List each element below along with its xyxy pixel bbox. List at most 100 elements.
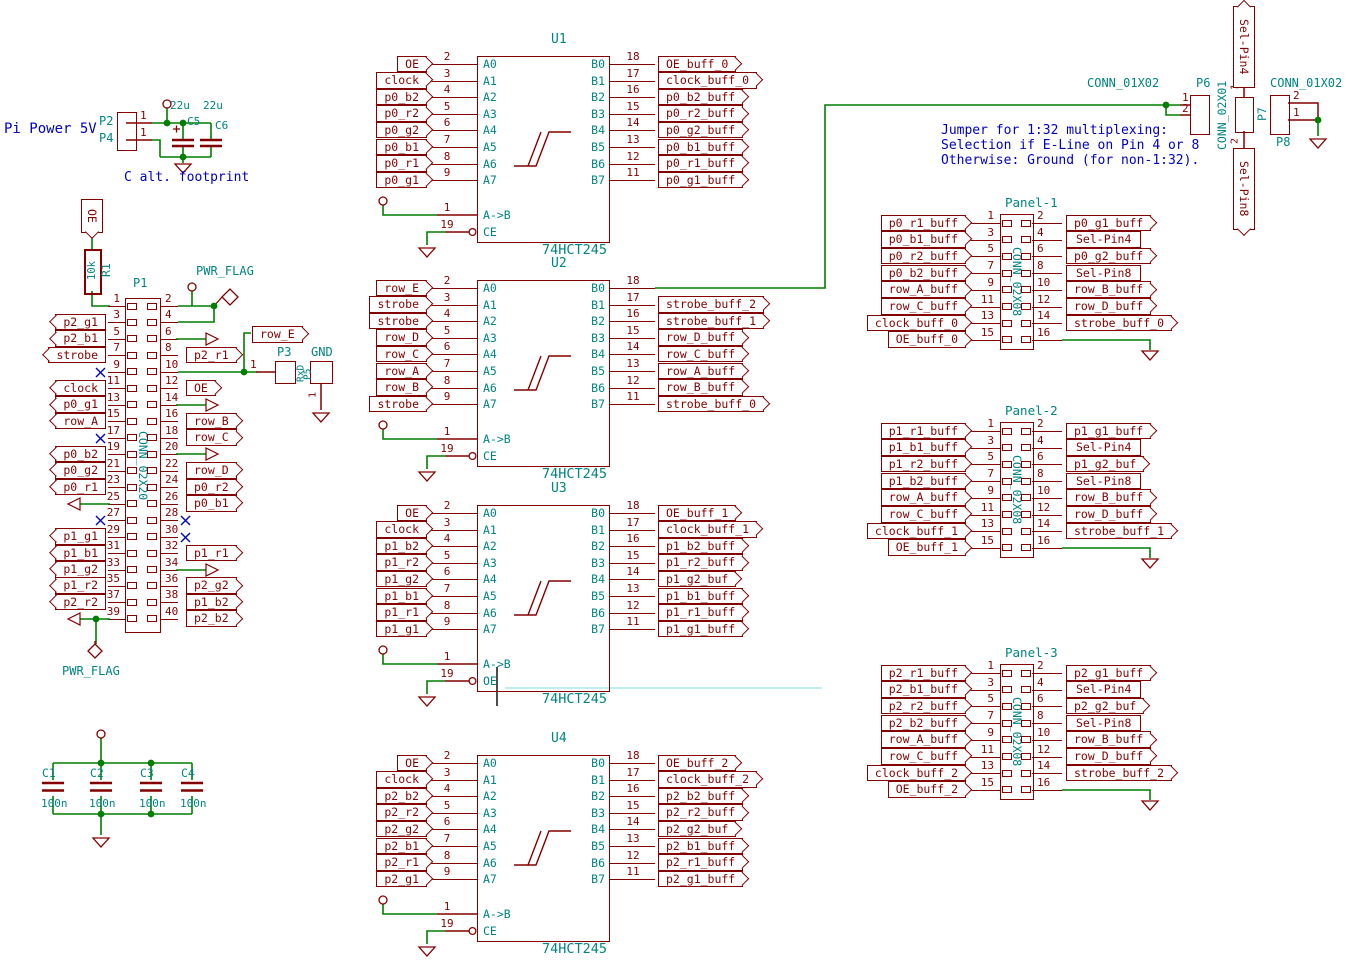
net-label[interactable]: Sel-Pin8 <box>1066 265 1141 282</box>
net-label[interactable]: p2_b2 <box>376 788 427 805</box>
p3-connector-body[interactable] <box>275 361 296 384</box>
net-label[interactable]: p0_r1 <box>376 155 427 172</box>
net-label[interactable]: row_B_buff <box>658 379 743 396</box>
net-label[interactable]: row_B <box>186 413 237 430</box>
net-label[interactable]: p1_g1 <box>55 528 106 545</box>
net-label[interactable]: p0_r2_buff <box>881 248 966 265</box>
net-label[interactable]: strobe_buff_1 <box>658 313 764 330</box>
net-label[interactable]: row_C_buff <box>881 748 966 765</box>
net-label[interactable]: strobe_buff_1 <box>1066 523 1172 540</box>
net-label[interactable]: row_B_buff <box>1066 281 1151 298</box>
net-label[interactable]: row_B_buff <box>1066 489 1151 506</box>
net-label[interactable]: p1_g2 <box>55 561 106 578</box>
net-label[interactable]: p2_g1_buff <box>658 871 743 888</box>
net-label[interactable]: row_A_buff <box>658 363 743 380</box>
net-label[interactable]: p0_r1_buff <box>881 215 966 232</box>
net-label[interactable]: clock <box>55 380 106 397</box>
net-label[interactable]: p1_g2_buf <box>1066 456 1144 473</box>
row-e-global-label[interactable]: row_E <box>252 326 303 343</box>
net-label[interactable]: row_D_buff <box>1066 748 1151 765</box>
net-label[interactable]: p2_b1_buff <box>658 838 743 855</box>
net-label[interactable]: p0_g1_buff <box>658 172 743 189</box>
net-label[interactable]: p1_b2_buff <box>658 538 743 555</box>
net-label[interactable]: p1_r2_buff <box>881 456 966 473</box>
sel-pin8-global-label[interactable]: Sel-Pin8 <box>1233 148 1255 230</box>
p6-body[interactable] <box>1190 95 1210 135</box>
net-label[interactable]: row_A <box>55 413 106 430</box>
net-label[interactable]: row_D_buff <box>1066 506 1151 523</box>
net-label[interactable]: p0_r1_buff <box>658 155 743 172</box>
net-label[interactable]: OE_buff_1 <box>888 539 966 556</box>
net-label[interactable]: OE <box>397 755 427 772</box>
net-label[interactable]: p0_g1 <box>55 396 106 413</box>
net-label[interactable]: p2_g2_buf <box>1066 698 1144 715</box>
net-label[interactable]: p1_r2 <box>376 554 427 571</box>
oe-global-label[interactable]: OE <box>81 199 103 233</box>
net-label[interactable]: strobe_buff_0 <box>658 396 764 413</box>
net-label[interactable]: strobe_buff_2 <box>658 296 764 313</box>
net-label[interactable]: p2_b1 <box>376 838 427 855</box>
net-label[interactable]: strobe <box>48 347 106 364</box>
net-label[interactable]: p0_b1 <box>376 139 427 156</box>
net-label[interactable]: strobe <box>369 396 427 413</box>
net-label[interactable]: clock_buff_0 <box>658 72 757 89</box>
p2-p4-connector-body[interactable] <box>117 112 137 151</box>
net-label[interactable]: OE <box>186 380 216 397</box>
net-label[interactable]: OE_buff_2 <box>658 755 736 772</box>
net-label[interactable]: p0_g2_buff <box>658 122 743 139</box>
net-label[interactable]: p1_b1 <box>55 545 106 562</box>
net-label[interactable]: p2_g1 <box>55 314 106 331</box>
net-label[interactable]: clock <box>376 771 427 788</box>
net-label[interactable]: p0_r2_buff <box>658 105 743 122</box>
panel-body[interactable]: CONN_02X08 <box>1000 664 1034 800</box>
net-label[interactable]: p1_b2_buff <box>881 473 966 490</box>
net-label[interactable]: p0_r2 <box>186 479 237 496</box>
net-label[interactable]: p0_g2 <box>55 462 106 479</box>
net-label[interactable]: row_C_buff <box>658 346 743 363</box>
net-label[interactable]: p1_r1_buff <box>881 423 966 440</box>
net-label[interactable]: p2_r1 <box>376 854 427 871</box>
net-label[interactable]: p0_b1_buff <box>658 139 743 156</box>
net-label[interactable]: row_B_buff <box>1066 731 1151 748</box>
net-label[interactable]: row_A_buff <box>881 281 966 298</box>
net-label[interactable]: row_D <box>186 462 237 479</box>
net-label[interactable]: p0_g1 <box>376 172 427 189</box>
net-label[interactable]: row_A <box>376 363 427 380</box>
net-label[interactable]: p0_r2 <box>376 105 427 122</box>
net-label[interactable]: OE_buff_1 <box>658 505 736 522</box>
net-label[interactable]: row_A_buff <box>881 731 966 748</box>
net-label[interactable]: row_B <box>376 379 427 396</box>
net-label[interactable]: clock_buff_1 <box>658 521 757 538</box>
net-label[interactable]: p2_g1 <box>376 871 427 888</box>
net-label[interactable]: p1_g2 <box>376 571 427 588</box>
net-label[interactable]: clock_buff_2 <box>867 765 966 782</box>
net-label[interactable]: row_D_buff <box>658 329 743 346</box>
net-label[interactable]: p1_g1 <box>376 621 427 638</box>
net-label[interactable]: p1_b2 <box>376 538 427 555</box>
net-label[interactable]: p0_g2_buff <box>1066 248 1151 265</box>
net-label[interactable]: p0_g2 <box>376 122 427 139</box>
net-label[interactable]: p2_r1 <box>186 347 237 364</box>
net-label[interactable]: p0_b2_buff <box>658 89 743 106</box>
net-label[interactable]: clock <box>376 521 427 538</box>
net-label[interactable]: p2_b1_buff <box>881 681 966 698</box>
net-label[interactable]: p1_b1_buff <box>881 439 966 456</box>
net-label[interactable]: p2_g2 <box>376 821 427 838</box>
net-label[interactable]: row_C_buff <box>881 298 966 315</box>
net-label[interactable]: row_E <box>376 280 427 297</box>
net-label[interactable]: Sel-Pin4 <box>1066 439 1141 456</box>
net-label[interactable]: Sel-Pin4 <box>1066 231 1141 248</box>
net-label[interactable]: strobe_buff_2 <box>1066 765 1172 782</box>
net-label[interactable]: p2_b2 <box>186 610 237 627</box>
net-label[interactable]: p1_r1 <box>186 545 237 562</box>
net-label[interactable]: p2_g1_buff <box>1066 665 1151 682</box>
net-label[interactable]: p2_b2_buff <box>881 715 966 732</box>
net-label[interactable]: strobe <box>369 313 427 330</box>
net-label[interactable]: row_A_buff <box>881 489 966 506</box>
panel-body[interactable]: CONN_02X08 <box>1000 422 1034 558</box>
net-label[interactable]: row_D <box>376 329 427 346</box>
net-label[interactable]: strobe_buff_0 <box>1066 315 1172 332</box>
net-label[interactable]: Sel-Pin4 <box>1066 681 1141 698</box>
net-label[interactable]: p0_b2_buff <box>881 265 966 282</box>
net-label[interactable]: strobe <box>369 296 427 313</box>
